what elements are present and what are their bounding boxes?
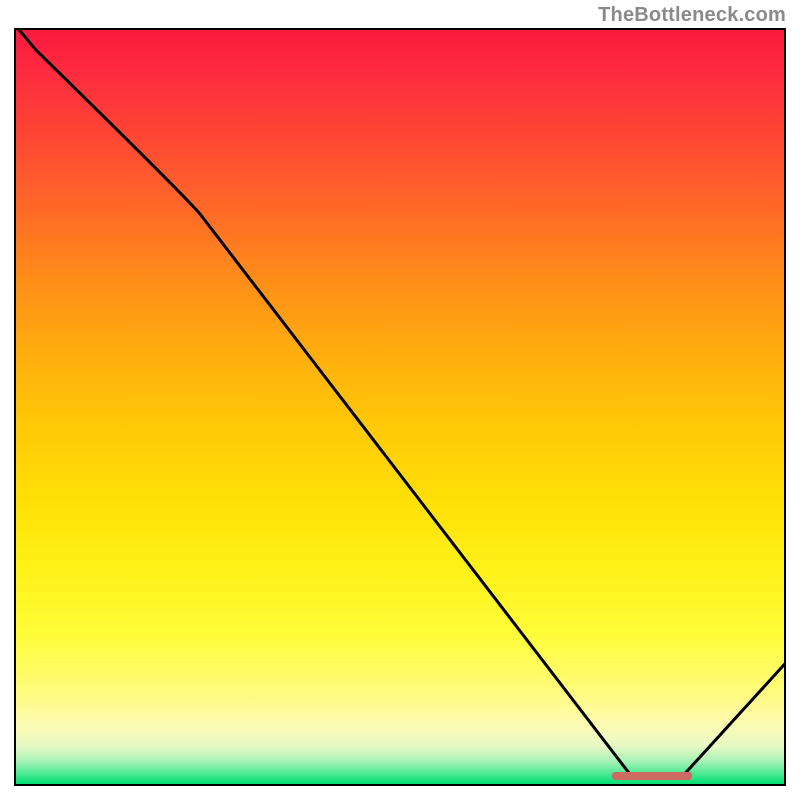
bottleneck-chart <box>14 28 786 786</box>
optimal-range-marker <box>612 772 692 780</box>
watermark-text: TheBottleneck.com <box>598 4 786 27</box>
bottleneck-curve-path <box>16 30 784 774</box>
chart-curve-svg <box>16 30 784 784</box>
